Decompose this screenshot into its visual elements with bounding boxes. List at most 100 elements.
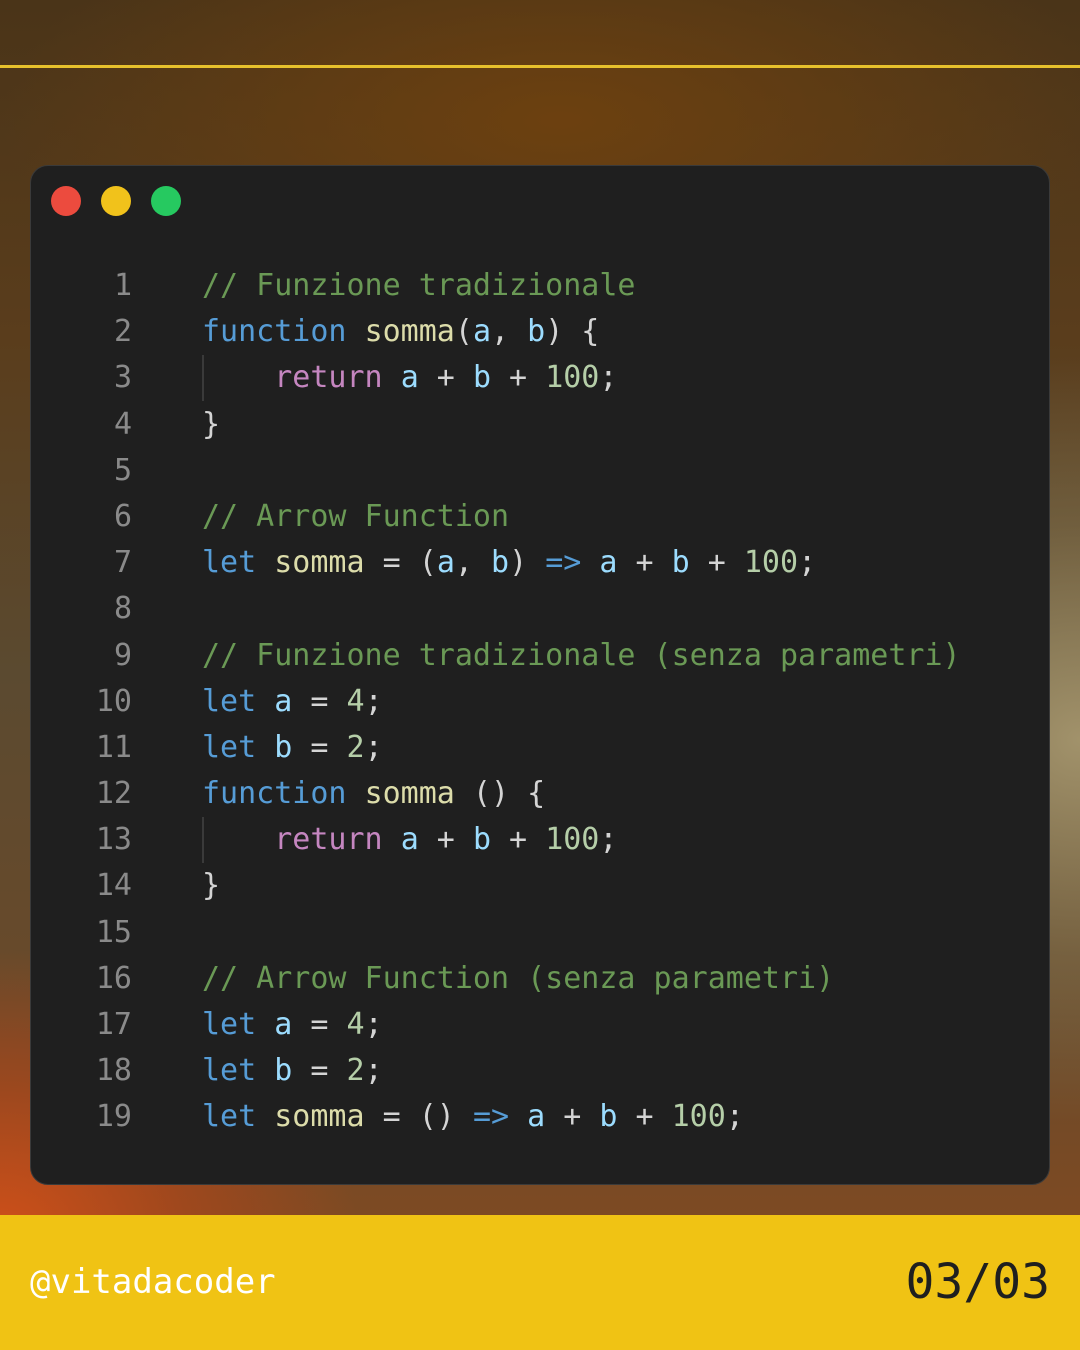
code-token: () { (454, 776, 546, 812)
line-number: 14 (95, 868, 132, 904)
code-line: 19 let somma = () => a + b + 100; (31, 1094, 1049, 1140)
line-number: 18 (95, 1053, 132, 1089)
code-token: b (472, 360, 491, 396)
code-token: ; (364, 1053, 383, 1089)
code-token: // Arrow Function (202, 498, 510, 534)
line-number: 6 (113, 498, 132, 534)
code-content: } (202, 402, 220, 448)
code-content: let b = 2; (202, 1048, 383, 1094)
code-token: + (689, 545, 744, 581)
code-token: 2 (346, 729, 365, 765)
code-content: return a + b + 100; (202, 817, 617, 863)
code-token: ; (364, 729, 383, 765)
code-token: somma (274, 1099, 365, 1135)
line-number: 16 (95, 960, 132, 996)
code-content: function somma(a, b) { (202, 309, 599, 355)
line-number: 2 (113, 314, 132, 350)
code-line: 6 // Arrow Function (31, 494, 1049, 540)
code-token: somma (364, 776, 455, 812)
code-line: 17 let a = 4; (31, 1002, 1049, 1048)
code-token: ; (798, 545, 817, 581)
code-token: ; (599, 822, 618, 858)
code-token: a (472, 314, 491, 350)
code-token: a (274, 683, 293, 719)
code-line: 15 (31, 910, 1049, 956)
code-content: // Arrow Function (senza parametri) (202, 956, 834, 1002)
code-token: b (671, 545, 690, 581)
code-token: + (418, 822, 473, 858)
code-token: b (472, 822, 491, 858)
code-token: + (617, 1099, 672, 1135)
code-content: let b = 2; (202, 725, 383, 771)
code-line: 5 (31, 448, 1049, 494)
top-accent-line (0, 65, 1080, 68)
code-token: let (202, 545, 257, 581)
line-number: 1 (113, 268, 132, 303)
code-content: let a = 4; (202, 679, 383, 725)
code-token: 100 (743, 545, 799, 581)
code-token: ; (599, 360, 618, 396)
code-content: let a = 4; (202, 1002, 383, 1048)
close-dot-icon[interactable] (51, 186, 81, 216)
author-handle: @vitadacoder (30, 1262, 276, 1302)
code-token: ; (364, 1007, 383, 1042)
line-number: 8 (113, 591, 132, 627)
code-token: = ( (364, 545, 437, 581)
code-token: ; (364, 683, 383, 719)
code-window: 1 // Funzione tradizionale 2 function somma… (30, 165, 1050, 1185)
code-line: 7 let somma = (a, b) => a + b + 100; (31, 540, 1049, 586)
code-content: let somma = () => a + b + 100; (202, 1094, 744, 1140)
code-token: = (292, 729, 347, 765)
page-indicator: 03/03 (905, 1254, 1051, 1310)
code-line: 14} (31, 863, 1049, 909)
code-token: // Funzione tradizionale (senza parametr… (202, 637, 961, 673)
maximize-dot-icon[interactable] (151, 186, 181, 216)
code-token: b (527, 314, 546, 350)
code-token: b (274, 1053, 293, 1089)
code-token: function (202, 776, 347, 812)
code-token: + (491, 822, 546, 858)
line-number: 3 (113, 360, 132, 396)
code-line: 12 function somma () { (31, 771, 1049, 817)
code-line: 11 let b = 2; (31, 725, 1049, 771)
code-token: function (202, 314, 347, 350)
code-token: let (202, 1099, 257, 1135)
code-token: 2 (346, 1053, 365, 1089)
code-token: = (292, 683, 347, 719)
line-number: 17 (95, 1007, 132, 1042)
code-token: 100 (545, 360, 600, 396)
code-line: 3 return a + b + 100; (31, 355, 1049, 402)
code-token: => (545, 545, 582, 581)
code-token: ( (454, 314, 473, 350)
code-token: a (274, 1007, 293, 1042)
code-line: 4} (31, 402, 1049, 448)
code-token: 4 (346, 683, 365, 719)
code-line: 16 // Arrow Function (senza parametri) (31, 956, 1049, 1002)
code-token: ) (509, 545, 546, 581)
line-number: 4 (113, 406, 132, 442)
code-token: a (527, 1099, 546, 1135)
minimize-dot-icon[interactable] (101, 186, 131, 216)
code-token: b (274, 729, 293, 765)
code-line: 1 // Funzione tradizionale (31, 263, 1049, 309)
code-content: return a + b + 100; (202, 355, 617, 401)
code-token: a (400, 360, 419, 396)
code-token: + (545, 1099, 600, 1135)
code-token: , (454, 545, 491, 581)
line-number: 19 (95, 1099, 132, 1135)
code-token: + (491, 360, 546, 396)
code-line: 9 // Funzione tradizionale (senza paramet… (31, 633, 1049, 679)
code-token: // Funzione tradizionale (202, 268, 636, 303)
code-token: => (472, 1099, 510, 1135)
code-token: } (202, 406, 221, 442)
code-token: somma (364, 314, 455, 350)
code-token: + (617, 545, 672, 581)
